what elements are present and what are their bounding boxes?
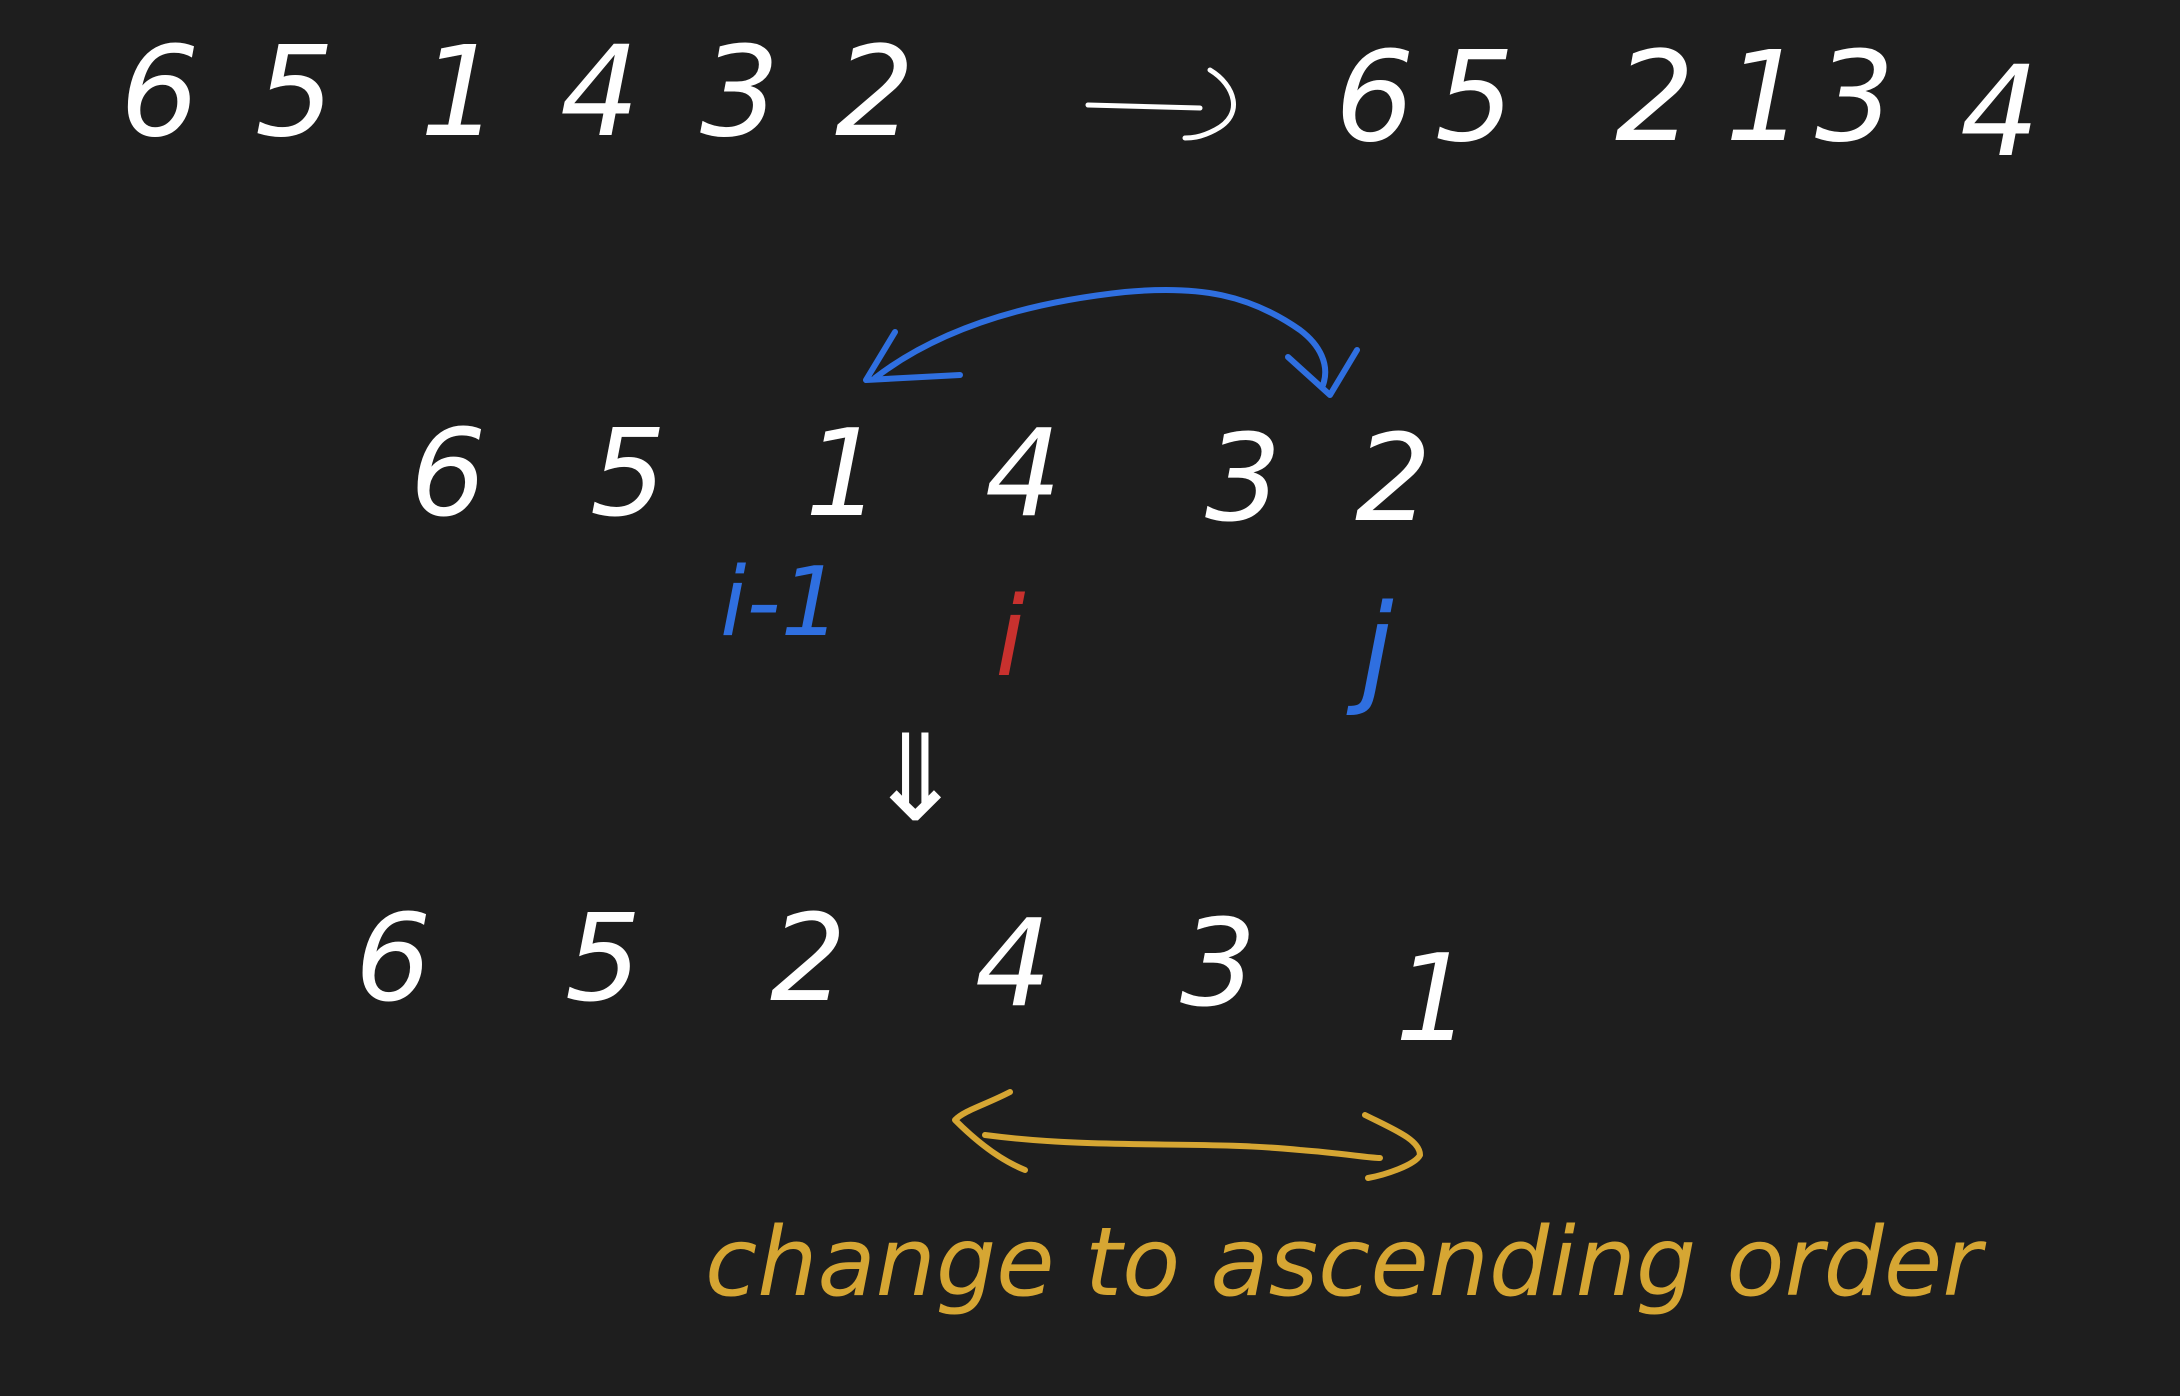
bottom-digit: 4 <box>975 895 1051 1034</box>
bottom-digit: 1 <box>1395 930 1471 1069</box>
top-after-digit: 3 <box>1815 25 1895 170</box>
top-row-before: 6 5 1 4 3 2 <box>120 20 915 165</box>
right-arrow-icon <box>1085 67 1236 141</box>
reverse-range-arrow <box>952 1089 1423 1181</box>
transform-arrow <box>1085 67 1236 141</box>
middle-digit: 1 <box>805 405 881 544</box>
bottom-row: 6 5 2 4 3 1 <box>355 890 1471 1069</box>
middle-digit: 6 <box>410 405 486 544</box>
range-arrowhead-right-icon <box>1362 1112 1423 1181</box>
caption: change to ascending order <box>705 1208 1986 1318</box>
range-arrowhead-left-icon <box>952 1089 1028 1173</box>
top-before-digit: 1 <box>420 20 500 165</box>
top-after-digit: 5 <box>1435 25 1515 170</box>
top-row-after: 6 5 2 1 3 4 <box>1335 25 2040 185</box>
index-labels: i-1 i j <box>720 548 1394 719</box>
bottom-digit: 6 <box>355 890 431 1029</box>
label-i: i <box>995 573 1026 701</box>
swap-curve <box>872 286 1329 388</box>
top-before-digit: 4 <box>560 20 640 165</box>
middle-digit: 4 <box>985 405 1061 544</box>
label-i-minus-1: i-1 <box>720 548 841 658</box>
top-before-digit: 2 <box>835 20 915 165</box>
top-before-digit: 3 <box>700 20 780 165</box>
middle-row: 6 5 1 4 3 2 <box>410 405 1431 549</box>
label-j: j <box>1346 580 1394 719</box>
top-before-digit: 5 <box>255 20 335 165</box>
bottom-digit: 2 <box>770 890 846 1029</box>
range-line <box>982 1132 1383 1161</box>
middle-digit: 2 <box>1355 410 1431 549</box>
down-arrow-icon: ⇓ <box>865 710 966 849</box>
top-after-digit: 1 <box>1725 25 1805 170</box>
top-after-digit: 6 <box>1335 25 1415 170</box>
bottom-digit: 5 <box>565 890 641 1029</box>
top-before-digit: 6 <box>120 20 200 165</box>
whiteboard-canvas: 6 5 1 4 3 2 6 5 2 1 3 4 6 5 1 4 3 2 i-1 … <box>120 20 2040 1318</box>
swap-arrow <box>863 286 1360 398</box>
top-after-digit: 2 <box>1615 25 1695 170</box>
top-after-digit: 4 <box>1960 40 2040 185</box>
middle-digit: 5 <box>590 405 666 544</box>
middle-digit: 3 <box>1205 410 1281 549</box>
bottom-digit: 3 <box>1180 895 1256 1034</box>
